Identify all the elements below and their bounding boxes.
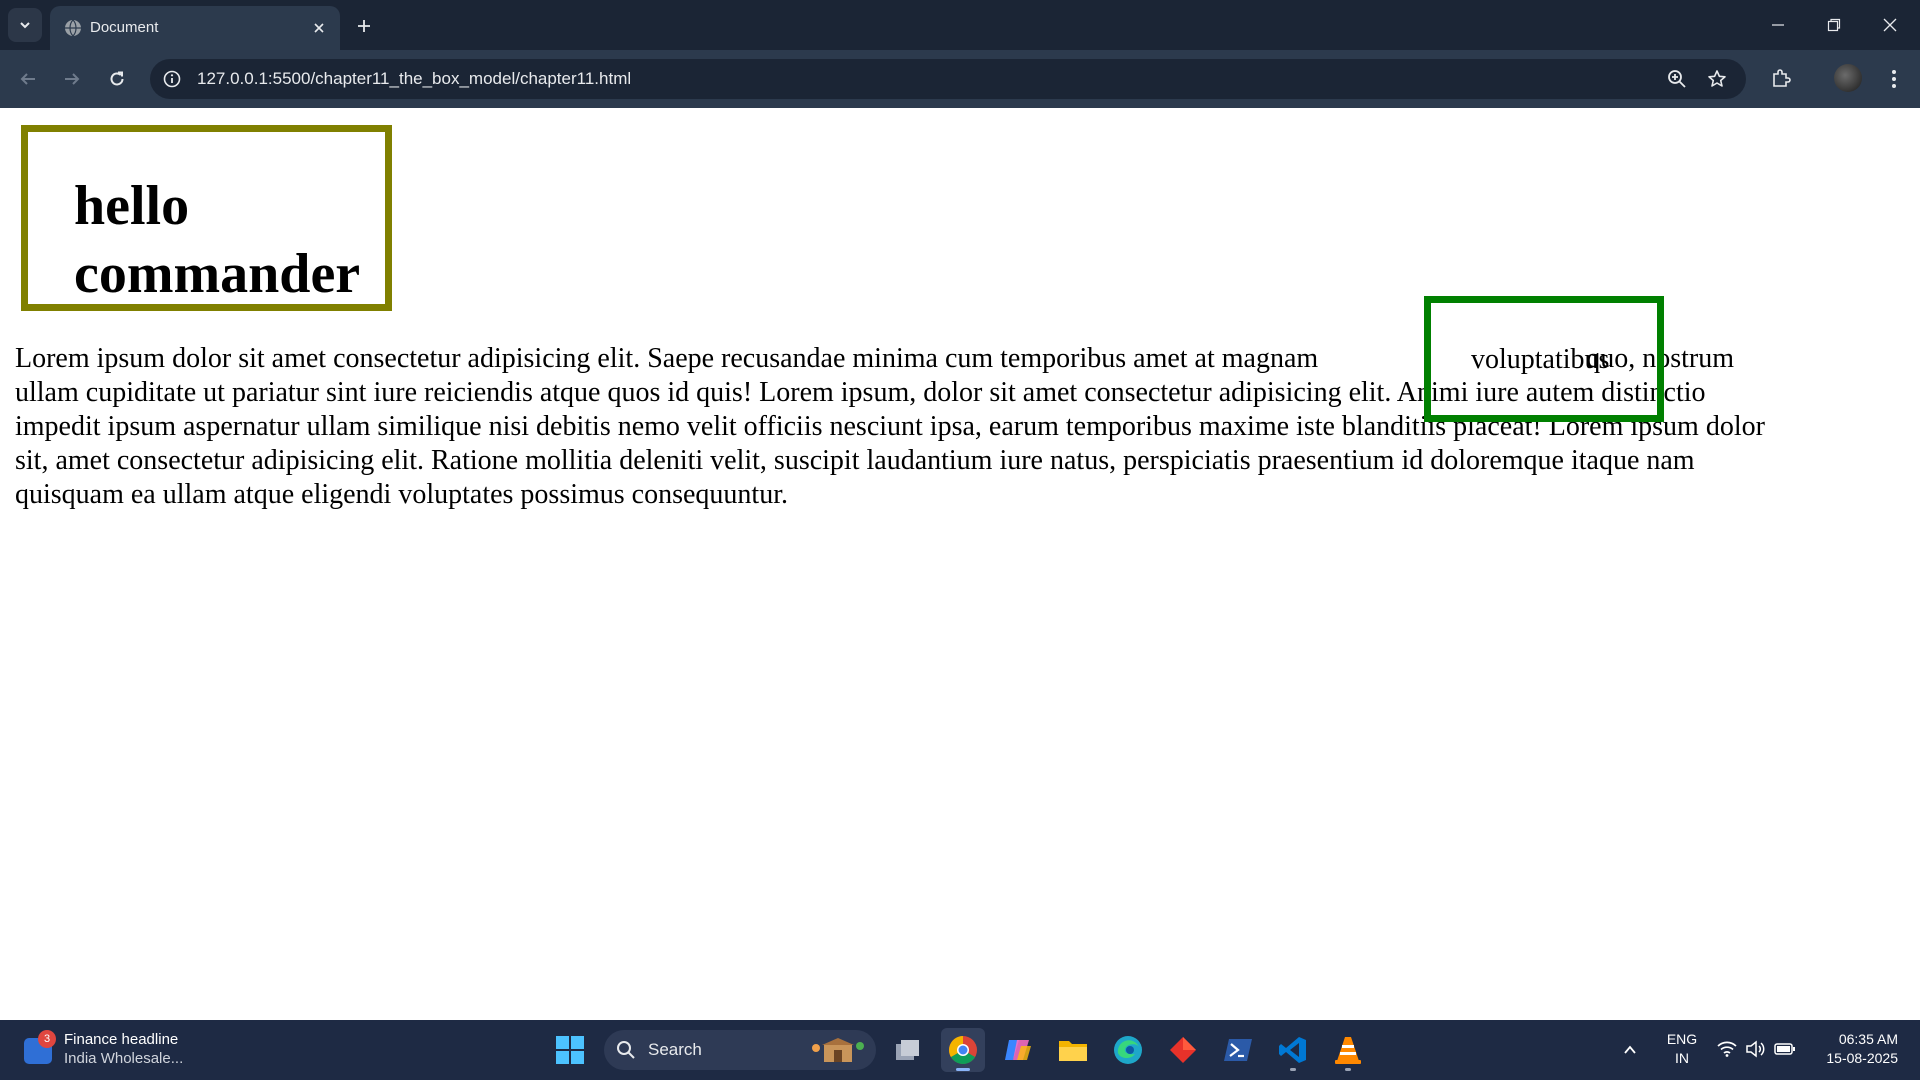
- restore-icon: [1827, 18, 1841, 32]
- tab-title: Document: [90, 19, 159, 36]
- tab-search-button[interactable]: [8, 8, 42, 42]
- clock-date: 15-08-2025: [1826, 1050, 1898, 1066]
- taskbar-search[interactable]: Search: [604, 1030, 876, 1070]
- taskbar-app-task-view[interactable]: [886, 1028, 930, 1072]
- puzzle-icon: [1773, 69, 1791, 87]
- battery-icon: [1774, 1043, 1795, 1055]
- active-indicator: [956, 1068, 970, 1071]
- heading-line: hello: [74, 175, 190, 237]
- vscode-icon: [1279, 1037, 1306, 1063]
- clock-time: 06:35 AM: [1838, 1031, 1898, 1047]
- close-icon: [314, 23, 324, 33]
- span-word: voluptatibus: [1471, 344, 1610, 375]
- taskbar-app-file-explorer[interactable]: [1051, 1028, 1095, 1072]
- tab-strip: Document: [0, 0, 1920, 50]
- reload-icon: [110, 71, 124, 86]
- chevron-up-icon: [1624, 1045, 1636, 1054]
- battery-button[interactable]: [1774, 1038, 1796, 1060]
- running-indicator: [1345, 1068, 1351, 1071]
- zoom-button[interactable]: [1664, 66, 1690, 92]
- address-bar[interactable]: 127.0.0.1:5500/chapter11_the_box_model/c…: [150, 59, 1746, 99]
- input-language[interactable]: ENG IN: [1662, 1030, 1702, 1068]
- powershell-icon: [1224, 1039, 1252, 1061]
- search-icon: [617, 1041, 635, 1059]
- widget-title: Finance headline: [64, 1031, 179, 1048]
- browser-tab[interactable]: Document: [50, 6, 340, 50]
- arrow-left-icon: [20, 73, 35, 85]
- news-widget[interactable]: 3 Finance headline India Wholesale...: [22, 1028, 242, 1072]
- windows-logo-icon: [556, 1036, 584, 1064]
- taskbar-app-chrome[interactable]: [941, 1028, 985, 1072]
- region-code: IN: [1675, 1050, 1689, 1066]
- star-icon: [1708, 70, 1726, 87]
- taskbar-app-git[interactable]: [1161, 1028, 1205, 1072]
- taskbar-app-vscode[interactable]: [1271, 1028, 1315, 1072]
- show-hidden-icons-button[interactable]: [1618, 1038, 1642, 1062]
- page-viewport: hello commander Lorem ipsum dolor sit am…: [0, 108, 1920, 1020]
- url-text[interactable]: 127.0.0.1:5500/chapter11_the_box_model/c…: [197, 69, 631, 89]
- tab-close-button[interactable]: [308, 17, 330, 39]
- info-icon: [163, 70, 181, 88]
- extensions-button[interactable]: [1765, 63, 1797, 95]
- new-tab-button[interactable]: [350, 12, 378, 40]
- taskbar-app-copilot[interactable]: [996, 1028, 1040, 1072]
- bookmark-button[interactable]: [1704, 66, 1730, 92]
- profile-avatar[interactable]: [1834, 64, 1862, 92]
- system-clock[interactable]: 06:35 AM 15-08-2025: [1808, 1030, 1898, 1068]
- wifi-icon: [1717, 1041, 1737, 1057]
- paragraph-line: sit, amet consectetur adipisicing elit. …: [15, 445, 1695, 476]
- search-highlight-icon: [812, 1038, 864, 1062]
- running-indicator: [1290, 1068, 1296, 1071]
- search-label: Search: [648, 1040, 702, 1059]
- volume-button[interactable]: [1744, 1038, 1766, 1060]
- paragraph-line: quisquam ea ullam atque eligendi volupta…: [15, 479, 788, 510]
- globe-icon: [65, 19, 81, 37]
- taskbar-app-powershell[interactable]: [1216, 1028, 1260, 1072]
- taskbar-app-edge[interactable]: [1106, 1028, 1150, 1072]
- widget-subtitle: India Wholesale...: [64, 1050, 184, 1067]
- language-code: ENG: [1666, 1031, 1698, 1047]
- chrome-icon: [949, 1036, 977, 1064]
- plus-icon: [358, 20, 370, 32]
- close-icon: [1883, 18, 1897, 32]
- start-button[interactable]: [552, 1032, 588, 1068]
- reload-button[interactable]: [101, 63, 133, 95]
- arrow-right-icon: [65, 73, 80, 85]
- vlc-icon: [1335, 1037, 1361, 1064]
- taskbar-app-vlc[interactable]: [1326, 1028, 1370, 1072]
- notification-badge: 3: [38, 1030, 56, 1048]
- copilot-icon: [1005, 1040, 1031, 1060]
- speaker-icon: [1746, 1040, 1765, 1058]
- close-window-button[interactable]: [1862, 0, 1918, 50]
- forward-button[interactable]: [56, 63, 88, 95]
- heading-line: commander: [74, 243, 361, 305]
- minimize-button[interactable]: [1750, 0, 1806, 50]
- browser-toolbar: 127.0.0.1:5500/chapter11_the_box_model/c…: [0, 50, 1920, 108]
- paragraph-text: Lorem ipsum dolor sit amet consectetur a…: [15, 343, 1319, 374]
- back-button[interactable]: [12, 63, 44, 95]
- zoom-icon: [1668, 70, 1686, 88]
- minimize-icon: [1772, 24, 1784, 26]
- git-icon: [1170, 1037, 1196, 1063]
- page-heading: hello commander: [74, 172, 360, 308]
- inline-block-span-box: voluptatibus: [1424, 296, 1664, 422]
- edge-icon: [1114, 1036, 1142, 1064]
- chevron-down-icon: [20, 22, 30, 29]
- more-vertical-icon: [1892, 70, 1896, 88]
- wifi-button[interactable]: [1716, 1038, 1738, 1060]
- folder-icon: [1059, 1041, 1087, 1061]
- restore-button[interactable]: [1806, 0, 1862, 50]
- site-info-button[interactable]: [160, 67, 184, 91]
- taskbar: 3 Finance headline India Wholesale... Se…: [0, 1020, 1920, 1080]
- task-view-icon: [896, 1040, 919, 1060]
- menu-button[interactable]: [1878, 63, 1910, 95]
- heading-box: hello commander: [21, 125, 392, 311]
